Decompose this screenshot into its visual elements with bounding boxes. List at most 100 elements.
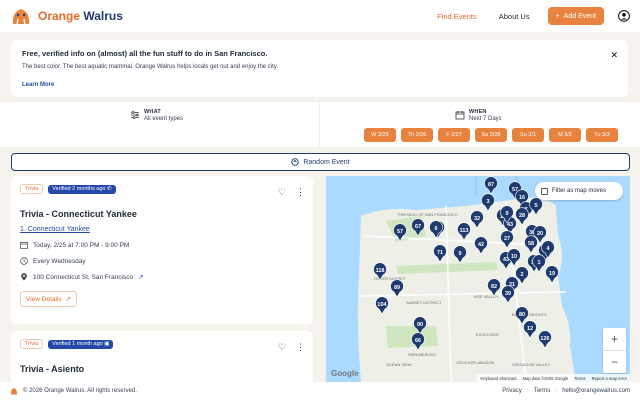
sliders-icon <box>131 111 139 119</box>
map-pin-label: 118 <box>376 268 385 274</box>
user-account-icon[interactable] <box>618 10 630 22</box>
globe-icon: ▣ <box>104 341 110 347</box>
map-pin-label: 9 <box>505 211 508 217</box>
day-chip[interactable]: Tu 3/3 <box>586 128 618 142</box>
walrus-logo-icon <box>10 388 18 395</box>
event-recurrence: Every Wednesday <box>20 257 304 265</box>
map-area-label: PRESIDIO OF SAN FRANCISCO <box>398 212 458 217</box>
verified-badge: Verified 2 months ago ✆ <box>48 184 116 194</box>
top-navbar: Orange Walrus Find Events About Us + Add… <box>0 0 640 32</box>
map-pin-label: 27 <box>504 236 510 242</box>
heart-icon[interactable]: ♡ <box>278 187 286 198</box>
day-chip[interactable]: Th 2/26 <box>401 128 433 142</box>
map-pin-label: 1 <box>537 260 540 266</box>
terms-link[interactable]: Terms <box>534 388 550 394</box>
view-details-button[interactable]: View Details ↗ <box>20 291 78 307</box>
map-pin-label: 2 <box>520 272 523 278</box>
shuffle-icon <box>291 158 300 166</box>
calendar-icon <box>20 242 28 249</box>
map-pin-label: 20 <box>537 231 543 237</box>
venue-link[interactable]: 1. Connecticut Yankee <box>20 226 304 233</box>
map-pin-label: 32 <box>474 216 480 222</box>
terms-link[interactable]: Terms <box>574 376 585 381</box>
random-event-button[interactable]: Random Event <box>11 153 630 171</box>
logo[interactable]: Orange Walrus <box>10 6 123 26</box>
calendar-icon <box>455 111 465 120</box>
heart-icon[interactable]: ♡ <box>278 342 286 353</box>
learn-more-link[interactable]: Learn More <box>22 82 54 88</box>
close-icon[interactable]: ✕ <box>610 50 618 61</box>
verified-badge: Verified 1 month ago ▣ <box>48 339 114 349</box>
map-area-label: VISITACION VALLEY <box>512 362 551 367</box>
nav-about-us[interactable]: About Us <box>499 12 530 21</box>
verified-label: Verified 2 months ago <box>52 186 106 192</box>
report-error-link[interactable]: Report a map error <box>592 376 627 381</box>
map-pin-label: 87 <box>488 182 494 188</box>
map-pin-label: 90 <box>417 322 423 328</box>
verified-label: Verified 1 month ago <box>52 341 103 347</box>
footer-separator: · <box>526 388 529 394</box>
event-map[interactable]: PRESIDIO OF SAN FRANCISCO SUNSET DISTRIC… <box>326 176 630 382</box>
banner-title: Free, verified info on (almost) all the … <box>22 49 268 58</box>
zoom-out-button[interactable]: − <box>603 351 626 373</box>
add-event-button[interactable]: + Add Event <box>547 7 604 25</box>
map-pin-label: 28 <box>519 213 525 219</box>
filter-map-label: Filter as map moves <box>552 188 607 194</box>
map-pin-label: 42 <box>478 242 484 248</box>
day-chip[interactable]: Su 3/1 <box>512 128 544 142</box>
map-pin-label: 126 <box>540 336 549 342</box>
plus-icon: + <box>555 12 560 20</box>
walrus-logo-icon <box>12 9 30 26</box>
map-area-label: NOE VALLEY <box>474 294 499 299</box>
what-title: WHAT <box>144 109 161 115</box>
map-pin-label: 71 <box>437 250 443 256</box>
nav-find-events[interactable]: Find Events <box>437 12 477 21</box>
when-title: WHEN <box>469 109 487 115</box>
intro-banner: Free, verified info on (almost) all the … <box>11 40 628 97</box>
checkbox[interactable] <box>541 187 548 195</box>
day-chip[interactable]: M 3/2 <box>549 128 581 142</box>
recurrence-text: Every Wednesday <box>33 257 86 265</box>
external-link-icon: ↗ <box>65 296 72 303</box>
address-text[interactable]: 100 Connecticut St, San Francisco <box>33 274 133 281</box>
zoom-controls: + − <box>603 328 626 373</box>
map-canvas[interactable]: PRESIDIO OF SAN FRANCISCO SUNSET DISTRIC… <box>326 176 630 382</box>
brand-name-walrus: Walrus <box>83 9 123 23</box>
email-link[interactable]: hello@orangewalrus.com <box>562 388 630 394</box>
day-chip[interactable]: Sa 2/28 <box>475 128 507 142</box>
map-pin-label: 57 <box>397 229 403 235</box>
map-pin-label: 10 <box>511 254 517 260</box>
external-link-icon[interactable]: ↗ <box>138 273 143 281</box>
event-title[interactable]: Trivia - Asiento <box>20 364 304 374</box>
map-pin-label: 16 <box>519 195 525 201</box>
map-pin-label: 12 <box>527 326 533 332</box>
footer-separator: · <box>555 388 558 394</box>
view-details-label: View Details <box>26 295 62 303</box>
map-area-label: SUNSET DISTRICT <box>406 300 442 305</box>
what-filter[interactable]: WHAT All event types <box>0 102 320 149</box>
what-value: All event types <box>144 116 184 122</box>
map-area-label: EXCELSIOR <box>476 332 499 337</box>
map-pin-label: 39 <box>505 291 511 297</box>
category-badge: Trivia <box>20 184 44 194</box>
keyboard-shortcuts-link[interactable]: Keyboard shortcuts <box>480 376 516 381</box>
more-options-icon[interactable]: ⋮ <box>296 187 305 198</box>
brand-name-orange: Orange <box>38 9 81 23</box>
day-chip[interactable]: W 2/25 <box>364 128 396 142</box>
map-pin-label: 58 <box>528 241 534 247</box>
event-datetime: Today, 2/25 at 7:00 PM - 9:00 PM <box>20 241 304 249</box>
copyright: © 2026 Orange Walrus. All rights reserve… <box>23 388 137 394</box>
privacy-link[interactable]: Privacy <box>502 388 522 394</box>
google-logo: Google <box>331 369 359 378</box>
zoom-in-button[interactable]: + <box>603 328 626 350</box>
more-options-icon[interactable]: ⋮ <box>296 342 305 353</box>
map-pin-label: 82 <box>491 284 497 290</box>
map-attribution: Keyboard shortcuts Map data ©2026 Google… <box>477 374 630 382</box>
day-chip[interactable]: F 2/27 <box>438 128 470 142</box>
when-value: Next 7 Days <box>469 116 502 122</box>
map-pin-label: 104 <box>377 302 387 308</box>
filter-as-map-moves-toggle[interactable]: Filter as map moves <box>535 182 623 200</box>
map-pin-label: 113 <box>460 228 469 234</box>
event-title[interactable]: Trivia - Connecticut Yankee <box>20 209 304 219</box>
event-card[interactable]: Trivia Verified 2 months ago ✆ ♡ ⋮ Trivi… <box>11 176 313 324</box>
